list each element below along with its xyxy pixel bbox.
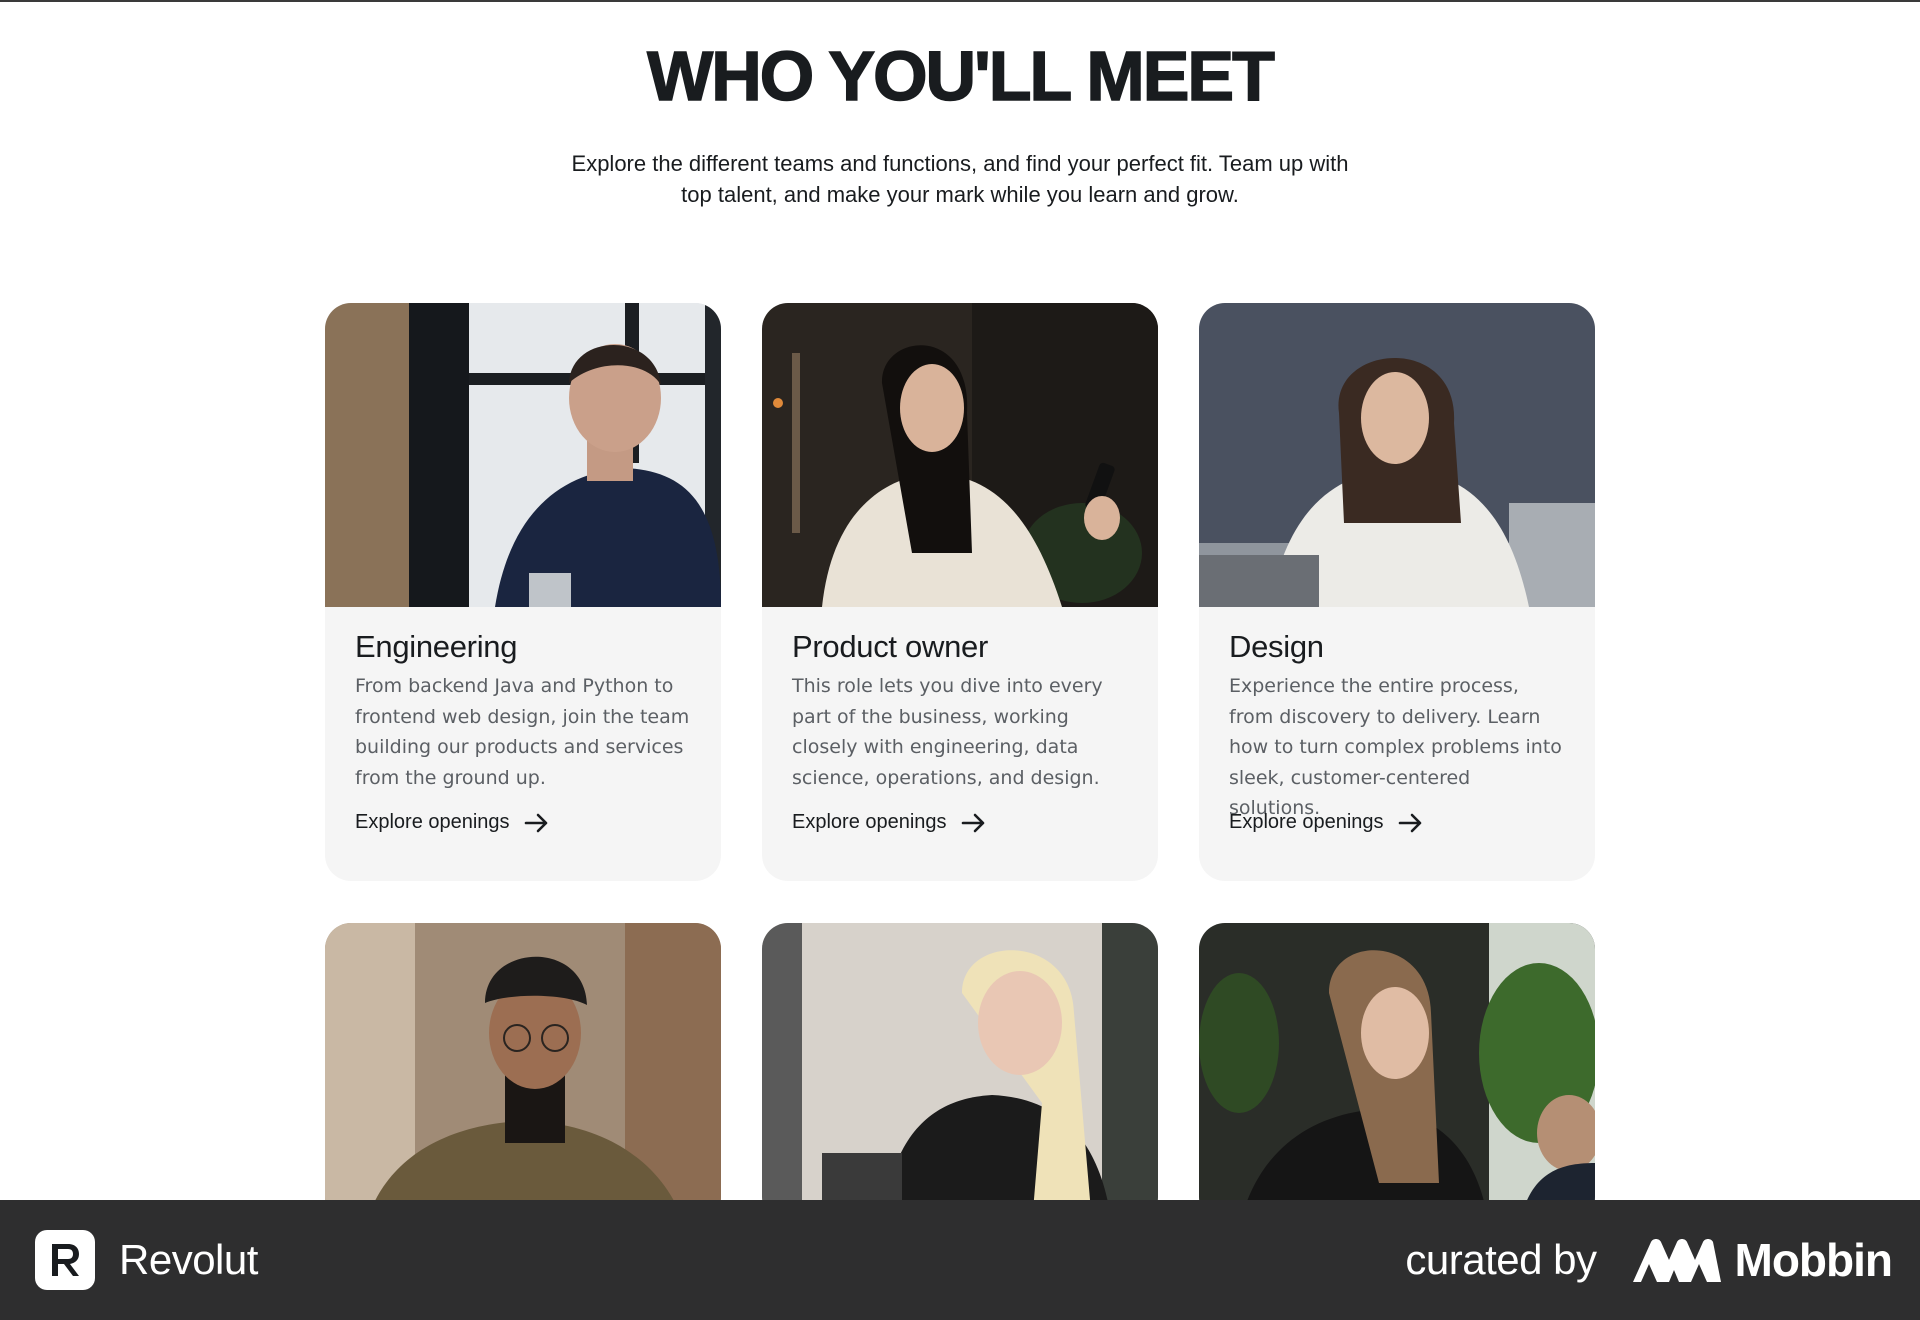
arrow-right-icon xyxy=(1398,813,1421,832)
card-title: Design xyxy=(1229,629,1324,664)
team-card[interactable] xyxy=(762,923,1158,1223)
curated-by-section: curated by Mobbin xyxy=(1405,1233,1893,1287)
team-photo xyxy=(1199,923,1595,1223)
team-photo xyxy=(762,923,1158,1223)
team-card[interactable] xyxy=(325,923,721,1223)
footer-bar: Revolut curated by Mobbin xyxy=(0,1200,1920,1320)
explore-openings-label: Explore openings xyxy=(1229,811,1384,833)
team-card-engineering[interactable]: Engineering From backend Java and Python… xyxy=(325,303,721,881)
top-divider xyxy=(0,0,1920,2)
page-title: WHO YOU'LL MEET xyxy=(646,36,1275,116)
design-photo xyxy=(1199,303,1595,607)
arrow-right-icon xyxy=(961,813,984,832)
card-description: This role lets you dive into every part … xyxy=(792,675,1103,789)
revolut-logo-icon xyxy=(35,1230,95,1290)
mobbin-brand[interactable]: Mobbin xyxy=(1632,1233,1893,1287)
hero-section: WHO YOU'LL MEET Explore the different te… xyxy=(0,36,1920,210)
team-photo xyxy=(325,923,721,1223)
team-card-design[interactable]: Design Experience the entire process, fr… xyxy=(1199,303,1595,881)
revolut-brand[interactable]: Revolut xyxy=(35,1230,258,1290)
explore-openings-link[interactable]: Explore openings xyxy=(355,811,550,834)
card-description: Experience the entire process, from disc… xyxy=(1229,675,1562,819)
team-card[interactable] xyxy=(1199,923,1595,1223)
arrow-right-icon xyxy=(524,813,547,832)
card-description: From backend Java and Python to frontend… xyxy=(355,675,690,789)
page-subtitle: Explore the different teams and function… xyxy=(571,151,1349,207)
explore-openings-label: Explore openings xyxy=(355,811,510,833)
brand-name: Revolut xyxy=(119,1236,258,1283)
curator-name: Mobbin xyxy=(1734,1234,1893,1286)
explore-openings-link[interactable]: Explore openings xyxy=(1229,811,1424,834)
card-title: Engineering xyxy=(355,629,518,664)
mobbin-logo-icon xyxy=(1632,1239,1721,1282)
engineering-photo xyxy=(325,303,721,607)
team-card-product-owner[interactable]: Product owner This role lets you dive in… xyxy=(762,303,1158,881)
explore-openings-link[interactable]: Explore openings xyxy=(792,811,987,834)
explore-openings-label: Explore openings xyxy=(792,811,947,833)
curated-by-label: curated by xyxy=(1405,1236,1597,1283)
product-owner-photo xyxy=(762,303,1158,607)
card-title: Product owner xyxy=(792,629,988,664)
